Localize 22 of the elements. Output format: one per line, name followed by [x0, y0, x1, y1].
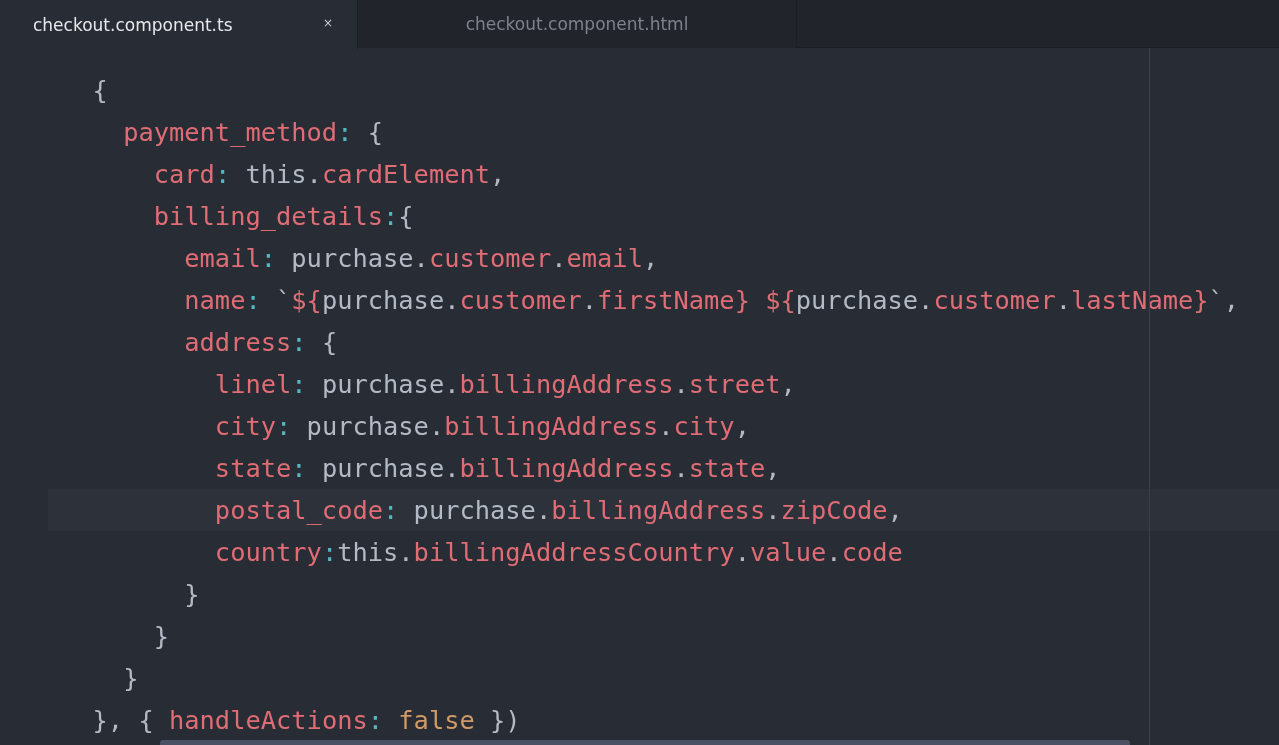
code-line: { [91, 74, 108, 106]
code-line: name: `${purchase.customer.firstName} ${purchase.customer.lastName}`, [183, 284, 1240, 316]
code-line: card: this.cardElement, [152, 158, 506, 190]
code-line: } [122, 662, 139, 694]
code-line: } [152, 620, 169, 652]
code-line: country:this.billingAddressCountry.value.code [213, 536, 903, 568]
code-line: email: purchase.customer.email, [183, 242, 659, 274]
tab-title: checkout.component.html [465, 14, 689, 34]
code-line: address: { [183, 326, 338, 358]
code-line: billing_details:{ [152, 200, 414, 232]
code-line: city: purchase.billingAddress.city, [213, 410, 750, 442]
code-line: payment_method: { [122, 116, 384, 148]
code-line: linel: purchase.billingAddress.street, [213, 368, 796, 400]
code-line: postal_code: purchase.billingAddress.zipCode, [213, 494, 903, 526]
code-line: state: purchase.billingAddress.state, [213, 452, 781, 484]
code-line: } [183, 578, 200, 610]
close-icon[interactable]: × [322, 16, 333, 30]
tab-title: checkout.component.ts [33, 14, 233, 35]
tab[interactable]: checkout.component.html [358, 0, 797, 48]
scrollbar[interactable] [160, 740, 1130, 745]
tab[interactable]: checkout.component.ts × [0, 0, 358, 49]
code-line: }, { handleActions: false }) [91, 704, 521, 736]
